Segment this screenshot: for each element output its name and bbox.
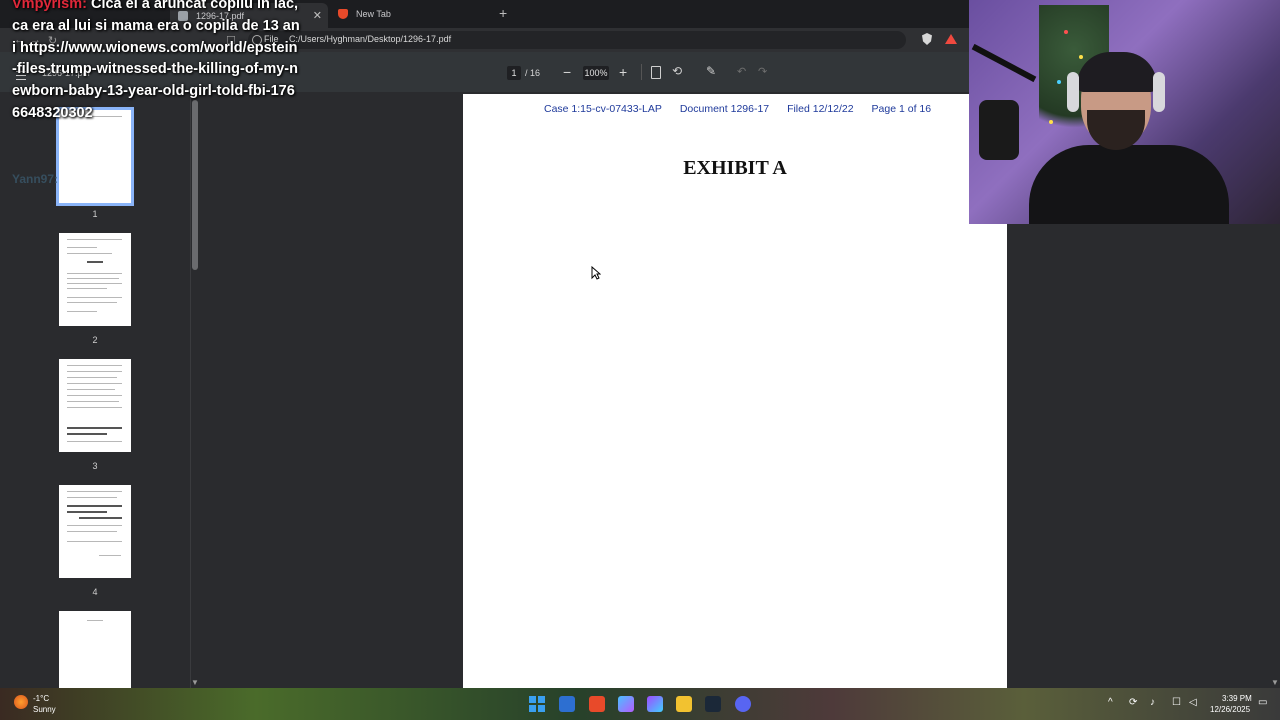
streamer-body — [1029, 145, 1229, 224]
fit-page-icon[interactable] — [651, 66, 661, 79]
mouse-cursor-icon — [591, 266, 601, 280]
streamer-cap — [1077, 52, 1157, 92]
thumbnail-label: 1 — [92, 209, 98, 219]
close-tab-icon[interactable]: ✕ — [313, 9, 322, 22]
brave-rewards-icon[interactable] — [945, 34, 957, 44]
mic-arm — [971, 43, 1037, 83]
page-header: Case 1:15-cv-07433-LAP Document 1296-17 … — [544, 103, 946, 115]
redo-icon[interactable]: ↷ — [758, 65, 767, 78]
page-thumbnail-5[interactable] — [59, 611, 131, 688]
brave-logo-icon — [338, 9, 348, 19]
url-text[interactable]: C:/Users/Hyghman/Desktop/1296-17.pdf — [289, 34, 451, 44]
chat-message: Vmpyrism: Cica el a aruncat copilu in la… — [12, 0, 302, 125]
sidebar-scrollbar-thumb[interactable] — [192, 100, 198, 270]
rotate-icon[interactable]: ⟲ — [672, 64, 682, 78]
page-total: / 16 — [525, 68, 541, 78]
sync-icon[interactable]: ⟳ — [1129, 697, 1137, 708]
store-icon[interactable] — [559, 696, 575, 712]
weather-condition[interactable]: Sunny — [33, 705, 56, 714]
page-thumbnail-3[interactable] — [59, 359, 131, 452]
weather-sun-icon[interactable] — [14, 695, 28, 709]
tab-label: New Tab — [356, 9, 391, 19]
zoom-input[interactable]: 100% — [583, 66, 609, 80]
webcam-overlay — [969, 0, 1280, 224]
thumbnail-label: 2 — [92, 335, 98, 345]
page-thumbnail-2[interactable] — [59, 233, 131, 326]
steam-icon[interactable] — [705, 696, 721, 712]
chat-username: Vmpyrism: — [12, 0, 87, 12]
volume-icon[interactable]: ◁ — [1189, 697, 1197, 708]
brave-browser-icon[interactable] — [589, 696, 605, 712]
headphones — [1067, 72, 1079, 112]
clock-date[interactable]: 12/26/2025 — [1210, 705, 1250, 714]
microphone — [979, 100, 1019, 160]
scroll-down-icon[interactable]: ▼ — [1271, 678, 1279, 687]
app-icon[interactable] — [647, 696, 663, 712]
toolbar-divider — [641, 64, 642, 80]
chat-text: Cica el a aruncat copilu in lac, ca era … — [12, 0, 300, 121]
chat-previous-user: Yann97: — [12, 172, 59, 186]
undo-icon[interactable]: ↶ — [737, 65, 746, 78]
pdf-page — [463, 94, 1007, 688]
speaker-icon[interactable]: ♪ — [1150, 697, 1155, 708]
page-indicator: Page 1 of 16 — [871, 103, 932, 115]
windows-start-icon[interactable] — [529, 696, 545, 712]
filed-date: Filed 12/12/22 — [787, 103, 854, 115]
clock-time[interactable]: 3:39 PM — [1222, 694, 1252, 703]
zoom-in-button[interactable]: + — [619, 64, 627, 80]
weather-temperature[interactable]: -1°C — [33, 694, 49, 703]
zoom-out-button[interactable]: − — [563, 64, 571, 80]
scroll-down-icon[interactable]: ▼ — [191, 678, 199, 687]
case-number: Case 1:15-cv-07433-LAP — [544, 103, 662, 115]
new-tab-button[interactable]: + — [499, 5, 507, 21]
file-explorer-icon[interactable] — [676, 696, 692, 712]
chevron-up-icon[interactable]: ^ — [1108, 697, 1113, 708]
document-number: Document 1296-17 — [679, 103, 770, 115]
page-number-input[interactable]: 1 — [507, 66, 521, 80]
thumbnail-label: 3 — [92, 461, 98, 471]
app-icon[interactable] — [618, 696, 634, 712]
tab-new-tab[interactable]: New Tab — [330, 4, 490, 24]
exhibit-heading: EXHIBIT A — [683, 157, 787, 179]
taskbar — [0, 688, 1280, 720]
notification-icon[interactable]: ▭ — [1258, 697, 1267, 708]
discord-icon[interactable] — [735, 696, 751, 712]
headphones — [1153, 72, 1165, 112]
thumbnail-label: 4 — [92, 587, 98, 597]
network-icon[interactable]: ☐ — [1172, 697, 1181, 708]
page-thumbnail-4[interactable] — [59, 485, 131, 578]
draw-annotation-icon[interactable]: ✎ — [706, 64, 716, 78]
